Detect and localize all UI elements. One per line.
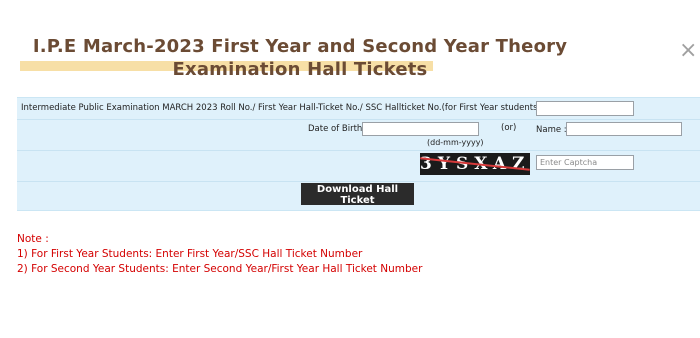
captcha-row: 3YSXAZ: [17, 150, 700, 182]
name-input[interactable]: [566, 122, 682, 136]
close-icon[interactable]: ×: [679, 40, 697, 62]
page-header: I.P.E March-2023 First Year and Second Y…: [0, 0, 700, 95]
page-title-line1: I.P.E March-2023 First Year and Second Y…: [32, 36, 568, 57]
note-item-second-year: 2) For Second Year Students: Enter Secon…: [17, 263, 423, 275]
note-item-first-year: 1) For First Year Students: Enter First …: [17, 248, 363, 260]
dob-format-hint: (dd-mm-yyyy): [427, 138, 484, 147]
submit-row: Download Hall Ticket: [17, 181, 700, 210]
dob-name-row: Date of Birth : (dd-mm-yyyy) (or) Name :: [17, 119, 700, 151]
dob-label: Date of Birth :: [308, 124, 368, 134]
or-label: (or): [501, 123, 517, 133]
captcha-image: 3YSXAZ: [420, 153, 530, 175]
rollno-row: Intermediate Public Examination MARCH 20…: [17, 98, 700, 120]
hall-ticket-form: Intermediate Public Examination MARCH 20…: [17, 97, 700, 211]
page-title-line2: Examination Hall Tickets: [172, 59, 428, 80]
note-heading: Note :: [17, 233, 49, 245]
captcha-input[interactable]: [536, 155, 634, 170]
download-hall-ticket-button[interactable]: Download Hall Ticket: [301, 183, 414, 206]
dob-input[interactable]: [362, 122, 479, 136]
rollno-input[interactable]: [536, 101, 634, 116]
name-label: Name :: [536, 125, 567, 135]
rollno-label: Intermediate Public Examination MARCH 20…: [21, 103, 541, 113]
